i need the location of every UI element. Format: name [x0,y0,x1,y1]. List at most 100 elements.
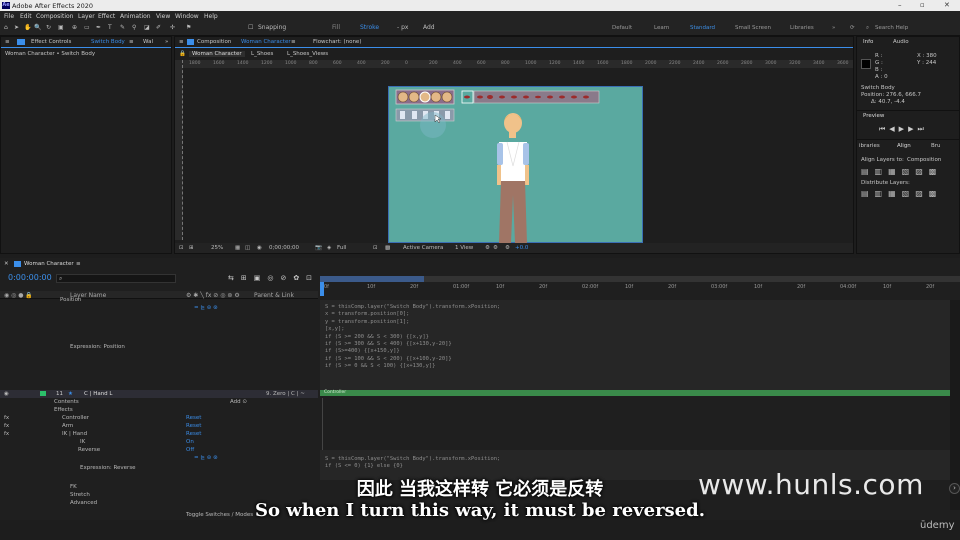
effect-arm[interactable]: Arm [62,423,73,431]
arm-reset[interactable]: Reset [186,423,201,431]
code-line[interactable]: if (S >= 0 && S < 100) {[x+130,y]} [325,363,500,370]
position-property[interactable]: Position [60,297,81,305]
expression-controls-icon[interactable]: = ⊵ ⊚ ⊛ [194,305,218,313]
parent-dropdown[interactable]: 9. Zero | C | ~ [266,391,305,399]
add-button[interactable]: Add ⊙ [230,399,247,407]
title-safe-icon[interactable]: ◫ [245,245,250,251]
exposure-value[interactable]: +0.0 [515,245,528,251]
ik-value[interactable]: On [186,439,194,447]
menu-view[interactable]: View [156,13,170,20]
flowchart-tab[interactable]: Flowchart: (none) [313,39,361,45]
composition-tab-label[interactable]: Composition [197,39,231,45]
effect-ik-hand[interactable]: IK | Hand [62,431,87,439]
grid-icon[interactable]: ▦ [235,245,240,251]
exposure-icon[interactable]: ⚙ [505,245,510,251]
layer-name-hand-l[interactable]: C | Hand L [84,391,113,399]
camera-dropdown[interactable]: Active Camera [403,245,443,251]
align-to-dropdown[interactable]: Composition [907,157,941,163]
contents-group[interactable]: Contents [54,399,79,407]
brush-tab[interactable]: Bru [931,143,941,149]
distribute-buttons[interactable]: ▤▥▦▧▨▩ [861,189,942,198]
timeline-comp-tab[interactable]: Woman Character [24,261,74,267]
workspace-default[interactable]: Default [612,25,632,31]
close-icon[interactable]: ✕ [944,1,950,9]
minimize-icon[interactable]: – [898,1,902,9]
effect-controls-tab[interactable]: Effect Controls [31,39,71,45]
workspace-small-screen[interactable]: Small Screen [735,25,771,31]
stroke-width[interactable]: - px [397,24,408,31]
layer-visibility-icon[interactable]: ◉ [4,391,9,399]
chevron-icon[interactable]: › [949,483,960,494]
code-line[interactable]: S = thisComp.layer("Switch Body").transf… [325,304,500,311]
composition-viewer[interactable] [388,86,643,243]
code-line[interactable]: if (S >= 100 && S < 200) {[x+100,y-20]} [325,356,500,363]
align-buttons[interactable]: ▤▥▦▧▨▩ [861,167,942,176]
roi-icon[interactable]: ⊡ [373,245,378,251]
subtab-l-shoes-views[interactable]: L_Shoes_Views [287,51,328,57]
code-line[interactable]: if (S >= 200 && S < 300) {[x,y]} [325,334,500,341]
pen-tool-icon[interactable]: ✒ [96,24,101,31]
col-parent[interactable]: Parent & Link [254,292,294,299]
camera-snapshot-icon[interactable]: 📷 [315,245,322,251]
ik-hand-reset[interactable]: Reset [186,431,201,439]
resolution-dropdown[interactable]: Full [337,245,346,251]
playhead[interactable] [320,282,324,296]
mask-icon[interactable]: ⊞ [189,245,194,251]
menu-animation[interactable]: Animation [120,13,151,20]
zoom-tool-icon[interactable]: 🔍 [34,24,41,31]
type-tool-icon[interactable]: T [108,24,112,31]
workspace-overflow-icon[interactable]: » [832,25,835,31]
close-tab-icon[interactable]: ✕ [4,261,9,267]
pan-behind-tool-icon[interactable]: ⊕ [72,24,77,31]
subtab-woman-character[interactable]: Woman Character [189,51,245,57]
zoom-dropdown[interactable]: 25% [211,245,223,251]
lock-icon[interactable]: 🔒 [179,51,186,57]
hand-tool-icon[interactable]: ✋ [24,24,31,31]
maximize-icon[interactable]: ▫ [920,1,925,9]
clone-stamp-tool-icon[interactable]: ⚲ [132,24,136,31]
audio-tab[interactable]: Audio [893,39,909,45]
code-line[interactable]: x = transform.position[0]; [325,311,500,318]
menu-window[interactable]: Window [175,13,199,20]
effects-group[interactable]: Effects [54,407,73,415]
time-ruler[interactable]: 0f 10f 20f 01:00f 10f 20f 02:00f 10f 20f 03:00f 10… [320,276,960,296]
layer-search-icon[interactable]: ⌕ [56,274,176,283]
info-tab[interactable]: Info [863,39,873,45]
code-line[interactable]: if (S <= 0) {1} else {0} [325,463,500,470]
effect-controls-layer[interactable]: Switch Body [91,39,125,45]
snapshot-icon[interactable]: ◉ [257,245,262,251]
workspace-standard[interactable]: Standard [690,25,715,31]
brush-tool-icon[interactable]: ✎ [120,24,125,31]
selection-tool-icon[interactable]: ➤ [14,24,19,31]
code-line[interactable]: if (S >= 300 && S < 400) {[x+130,y-20]} [325,341,500,348]
preview-controls[interactable]: ⏮◀▶▶⏭ [879,125,928,134]
menu-help[interactable]: Help [204,13,218,20]
menu-composition[interactable]: Composition [36,13,73,20]
panel-menu-icon[interactable]: ≡ [179,39,184,45]
snapping-checkbox-icon[interactable]: ☐ [248,24,253,31]
timeline-switches[interactable]: ⇆⊞▣◎⊘✿⊡ [228,274,319,282]
code-line[interactable]: if (S>=400) {[x+150,y]} [325,348,500,355]
panel-menu-icon[interactable]: ≡ [5,39,10,45]
view-layout-dropdown[interactable]: 1 View [455,245,473,251]
transparency-grid-icon[interactable]: ▩ [385,245,390,251]
panel-overflow-icon[interactable]: » [165,39,168,45]
current-time[interactable]: 0;00;00;00 [269,245,299,251]
roto-brush-tool-icon[interactable]: ✐ [156,24,161,31]
channel-icon[interactable]: ◈ [327,245,331,251]
search-help-input[interactable]: Search Help [875,25,908,31]
flowchart-icon[interactable]: ⚙ [493,245,498,251]
composition-tab-name[interactable]: Woman Character [241,39,291,45]
subtab-l-shoes[interactable]: L_Shoes [251,51,273,57]
home-icon[interactable]: ⌂ [4,24,8,31]
rectangle-tool-icon[interactable]: ▭ [84,24,90,31]
expression-controls-icon[interactable]: = ⊵ ⊚ ⊛ [194,455,218,463]
sync-icon[interactable]: ⟳ [850,25,855,31]
camera-tool-icon[interactable]: ▣ [58,24,64,31]
menu-file[interactable]: File [4,13,14,20]
rotate-tool-icon[interactable]: ↻ [46,24,51,31]
code-line[interactable]: [x,y]; [325,326,500,333]
wal-tab[interactable]: Wal [143,39,153,45]
reverse-value[interactable]: Off [186,447,194,455]
search-icon[interactable]: ⌕ [866,25,869,32]
